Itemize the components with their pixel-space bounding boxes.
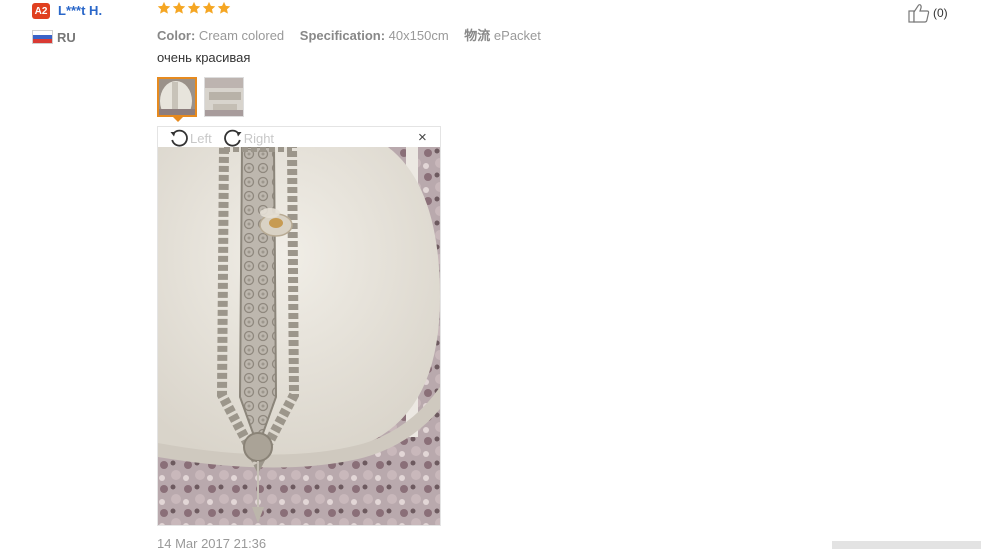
close-viewer-button[interactable]: ×: [418, 130, 427, 146]
reviewer-country: RU: [57, 30, 76, 45]
rotate-left-label: Left: [190, 130, 212, 146]
feedback-text: очень красивая: [157, 50, 251, 65]
reviewer-level-badge: A2: [32, 3, 50, 19]
selected-thumbnail-pointer: [172, 116, 184, 122]
photo-viewer-toolbar: Left Right: [168, 127, 284, 149]
star-icon: [217, 1, 231, 14]
review-photo: [158, 147, 440, 525]
star-icon: [157, 1, 171, 14]
rotate-left-button[interactable]: Left: [168, 127, 212, 149]
russia-flag-icon: [32, 30, 53, 44]
rotate-right-button[interactable]: Right: [222, 127, 274, 149]
horizontal-scrollbar[interactable]: [832, 541, 981, 549]
star-icon: [187, 1, 201, 14]
review-photo-thumbnail-2[interactable]: [204, 77, 244, 117]
star-rating: [157, 1, 231, 15]
review-photo-thumbnail-1[interactable]: [157, 77, 197, 117]
specification-value: 40x150cm: [388, 28, 449, 43]
shipping-key: 物流: [464, 28, 491, 43]
purchase-specs: Color: Cream colored Specification: 40x1…: [157, 25, 541, 44]
helpful-count: (0): [933, 6, 948, 20]
helpful-button[interactable]: (0): [908, 3, 948, 23]
star-icon: [202, 1, 216, 14]
color-value: Cream colored: [198, 28, 285, 43]
rotate-right-label: Right: [243, 130, 275, 146]
reviewer-name[interactable]: L***t H.: [58, 3, 102, 18]
thumbs-up-icon: [908, 4, 930, 23]
rotate-right-icon: [223, 129, 242, 147]
star-icon: [172, 1, 186, 14]
specification-key: Specification:: [299, 28, 386, 43]
shipping-value: ePacket: [493, 28, 541, 43]
color-key: Color:: [157, 28, 196, 43]
rotate-left-icon: [170, 129, 188, 147]
